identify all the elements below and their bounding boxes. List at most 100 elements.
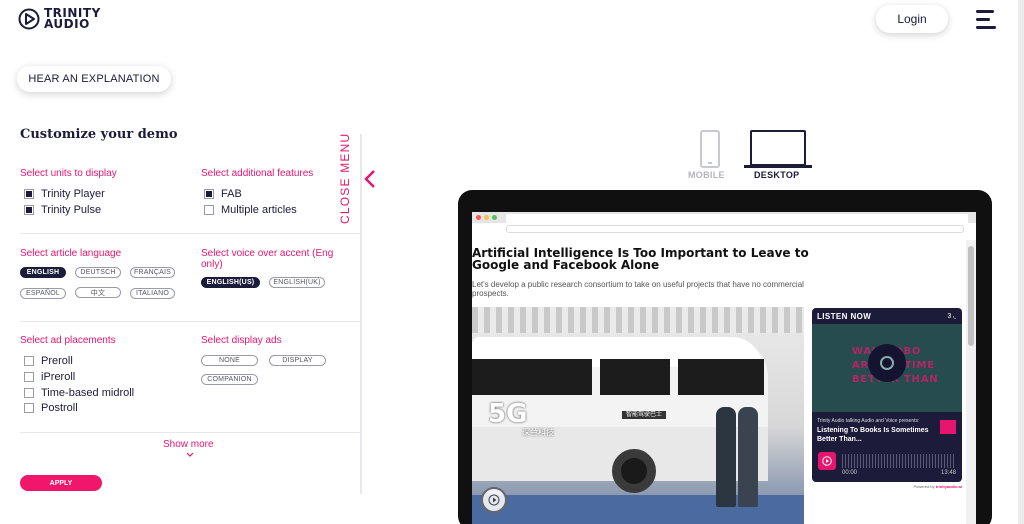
chevron-left-icon[interactable] <box>363 169 377 189</box>
hero-text-line: BETTER THAN <box>852 374 939 385</box>
play-triangle-icon <box>488 494 500 506</box>
unit-checkbox-trinity-player[interactable]: Trinity Player <box>24 188 105 200</box>
display-ads-chip-display[interactable]: DISPLAY <box>269 355 326 366</box>
page-scrollbar[interactable] <box>1018 0 1024 524</box>
mobile-toggle-label[interactable]: MOBILE <box>688 170 725 180</box>
refresh-icon: ◟ <box>953 313 956 320</box>
language-chip-chinese[interactable]: 中文 <box>75 287 121 298</box>
photo-person <box>716 407 736 507</box>
logo-line-2: AUDIO <box>44 17 90 31</box>
photo-bus-window <box>472 359 592 395</box>
ad-placements-label: Select ad placements <box>20 335 116 346</box>
language-chip-italiano[interactable]: ITALIANO <box>130 288 175 299</box>
ad-label: Time-based midroll <box>41 387 135 399</box>
photo-bus-brand-text: 深兰科技 <box>522 428 554 437</box>
checkbox-checked-icon[interactable] <box>24 205 34 215</box>
desktop-device-icon[interactable] <box>750 130 806 166</box>
browser-tab-bar <box>472 212 976 223</box>
ad-checkbox-time-based-midroll[interactable]: Time-based midroll <box>24 387 134 399</box>
audio-waveform[interactable] <box>842 454 956 468</box>
checkbox-unchecked-icon[interactable] <box>24 388 34 398</box>
checkbox-unchecked-icon[interactable] <box>24 356 34 366</box>
feature-label: FAB <box>221 188 242 200</box>
unit-label: Trinity Player <box>41 188 105 200</box>
login-button[interactable]: Login <box>876 5 948 33</box>
player-title: Listening To Books Is Sometimes Better T… <box>817 427 929 443</box>
photo-person <box>738 407 758 507</box>
desktop-toggle-label[interactable]: DESKTOP <box>754 170 799 180</box>
panel-edge-rail <box>360 134 362 494</box>
player-header: LISTEN NOW <box>817 312 872 321</box>
powered-by-brand[interactable]: trinityaudio.ai <box>936 484 962 489</box>
window-maximize-dot-icon <box>492 215 497 220</box>
hamburger-menu-icon[interactable] <box>976 10 998 30</box>
accent-chip-english-us[interactable]: ENGLISH(US) <box>201 277 260 288</box>
checkbox-unchecked-icon[interactable] <box>204 205 214 215</box>
browser-url-bar <box>506 225 964 233</box>
desktop-device-base <box>744 165 812 168</box>
show-more-link[interactable]: Show more <box>163 439 214 450</box>
display-ads-chip-none[interactable]: NONE <box>201 355 258 366</box>
player-play-button[interactable] <box>818 452 836 470</box>
section-divider <box>20 432 361 433</box>
photo-ceiling <box>472 307 804 333</box>
photo-bus-window <box>678 359 764 395</box>
window-minimize-dot-icon <box>484 215 489 220</box>
units-label: Select units to display <box>20 168 117 179</box>
ad-label: Preroll <box>41 355 73 367</box>
player-time-current: 00:00 <box>842 470 858 476</box>
checkbox-unchecked-icon[interactable] <box>24 403 34 413</box>
video-play-icon[interactable] <box>481 487 507 513</box>
accent-chip-english-uk[interactable]: ENGLISH(UK) <box>269 277 325 288</box>
play-icon <box>822 456 832 466</box>
mobile-device-icon[interactable] <box>700 130 720 168</box>
player-count: 3 ◟ <box>947 312 956 320</box>
player-thumbnail <box>940 420 956 434</box>
photo-bus-sign: 智能驾驶巴士 <box>622 411 666 419</box>
trinity-player-card[interactable]: LISTEN NOW 3 ◟ WAUDIOBO AREOMETIME BETTE… <box>812 308 962 482</box>
language-chip-deutsch[interactable]: DEUTSCH <box>75 267 121 278</box>
accent-label: Select voice over accent (Eng only) <box>201 248 334 270</box>
ad-checkbox-preroll[interactable]: Preroll <box>24 355 73 367</box>
trinity-audio-logo[interactable]: TRINITY AUDIO <box>18 7 101 31</box>
language-chip-espanol[interactable]: ESPAÑOL <box>20 288 66 299</box>
language-label: Select article language <box>20 248 122 259</box>
language-chip-francais[interactable]: FRANÇAIS <box>130 267 175 278</box>
ad-checkbox-ipreroll[interactable]: iPreroll <box>24 371 75 383</box>
features-label: Select additional features <box>201 168 314 179</box>
play-triangle-logo-icon <box>18 8 40 30</box>
hear-explanation-button[interactable]: HEAR AN EXPLANATION <box>17 66 171 92</box>
window-close-dot-icon <box>476 215 481 220</box>
article-subtitle: Let's develop a public research consorti… <box>472 280 804 298</box>
powered-by: Powered by trinityaudio.ai <box>812 484 962 489</box>
checkbox-checked-icon[interactable] <box>24 189 34 199</box>
unit-checkbox-trinity-pulse[interactable]: Trinity Pulse <box>24 204 101 216</box>
ad-label: Postroll <box>41 402 78 414</box>
player-time-total: 13:48 <box>940 470 956 476</box>
ad-label: iPreroll <box>41 371 76 383</box>
preview-screen: Artificial Intelligence Is Too Important… <box>472 212 976 524</box>
article-title: Artificial Intelligence Is Too Important… <box>472 246 809 272</box>
photo-bus-wheel <box>612 449 656 493</box>
close-menu-toggle[interactable]: CLOSE MENU <box>338 133 352 224</box>
vinyl-disc-icon <box>868 344 906 382</box>
checkbox-unchecked-icon[interactable] <box>24 372 34 382</box>
preview-scrollbar-thumb <box>968 246 974 346</box>
apply-button[interactable]: APPLY <box>20 475 102 491</box>
checkbox-checked-icon[interactable] <box>204 189 214 199</box>
chevron-down-icon[interactable] <box>186 452 194 458</box>
ad-checkbox-postroll[interactable]: Postroll <box>24 402 78 414</box>
powered-by-prefix: Powered by <box>913 484 935 489</box>
display-ads-label: Select display ads <box>201 335 282 346</box>
panel-title: Customize your demo <box>20 127 178 142</box>
feature-checkbox-fab[interactable]: FAB <box>204 188 242 200</box>
section-divider <box>20 233 361 234</box>
feature-label: Multiple articles <box>221 204 297 216</box>
feature-checkbox-multiple-articles[interactable]: Multiple articles <box>204 204 297 216</box>
browser-tab <box>506 214 968 223</box>
logo-wordmark: TRINITY AUDIO <box>44 7 101 31</box>
photo-bus-window <box>600 359 670 395</box>
language-chip-english[interactable]: ENGLISH <box>20 267 66 278</box>
section-divider <box>20 321 361 322</box>
display-ads-chip-companion[interactable]: COMPANION <box>201 374 258 385</box>
